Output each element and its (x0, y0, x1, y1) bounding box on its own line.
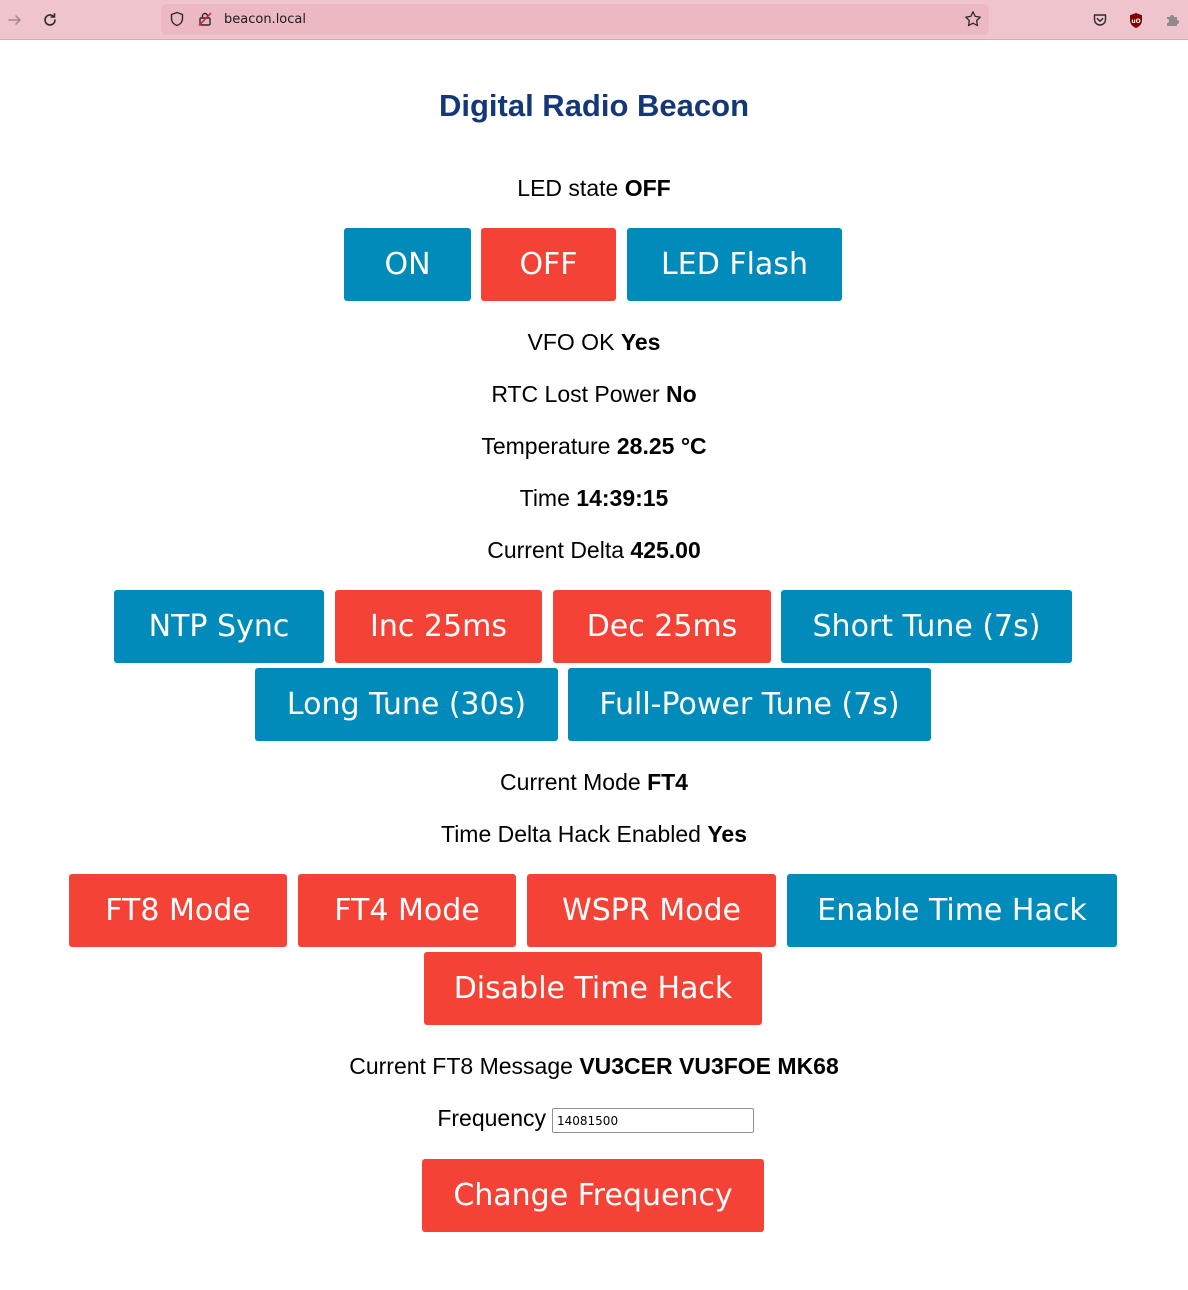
insecure-lock-icon[interactable] (195, 9, 215, 29)
ft8-message-line: Current FT8 Message VU3CER VU3FOE MK68 (0, 1052, 1188, 1080)
full-power-tune-button[interactable]: Full-Power Tune (7s) (568, 668, 931, 741)
short-tune-button[interactable]: Short Tune (7s) (781, 590, 1072, 663)
time-line: Time 14:39:15 (0, 484, 1188, 512)
change-frequency-button[interactable]: Change Frequency (422, 1159, 764, 1232)
url-text[interactable]: beacon.local (224, 12, 306, 27)
current-delta-label: Current Delta (487, 537, 625, 563)
frequency-label: Frequency (437, 1105, 546, 1131)
disable-time-hack-button[interactable]: Disable Time Hack (424, 952, 762, 1025)
rtc-lost-power-line: RTC Lost Power No (0, 380, 1188, 408)
time-value: 14:39:15 (576, 485, 669, 511)
ft8-message-label: Current FT8 Message (349, 1053, 573, 1079)
current-mode-label: Current Mode (500, 769, 641, 795)
frequency-line: Frequency (0, 1104, 546, 1132)
shield-icon[interactable] (167, 9, 187, 29)
ft8-message-value: VU3CER VU3FOE MK68 (579, 1053, 839, 1079)
rtc-lost-power-value: No (666, 381, 697, 407)
led-state-line: LED state OFF (0, 174, 1188, 202)
vfo-ok-line: VFO OK Yes (0, 328, 1188, 356)
vfo-ok-label: VFO OK (527, 329, 615, 355)
temperature-label: Temperature (481, 433, 611, 459)
time-delta-hack-line: Time Delta Hack Enabled Yes (0, 820, 1188, 848)
enable-time-hack-button[interactable]: Enable Time Hack (787, 874, 1117, 947)
forward-arrow-icon[interactable] (5, 10, 25, 30)
wspr-mode-button[interactable]: WSPR Mode (527, 874, 776, 947)
time-delta-hack-value: Yes (707, 821, 747, 847)
pocket-icon[interactable] (1090, 10, 1110, 30)
led-on-button[interactable]: ON (344, 228, 471, 301)
dec-25ms-button[interactable]: Dec 25ms (553, 590, 771, 663)
ntp-sync-button[interactable]: NTP Sync (114, 590, 324, 663)
url-bar[interactable]: beacon.local (161, 4, 989, 35)
led-flash-button[interactable]: LED Flash (627, 228, 842, 301)
ft4-mode-button[interactable]: FT4 Mode (298, 874, 516, 947)
ft8-mode-button[interactable]: FT8 Mode (69, 874, 287, 947)
time-label: Time (519, 485, 570, 511)
ublock-origin-icon[interactable]: uO (1126, 10, 1146, 30)
current-delta-line: Current Delta 425.00 (0, 536, 1188, 564)
time-delta-hack-label: Time Delta Hack Enabled (441, 821, 701, 847)
beacon-page: Digital Radio Beacon LED state OFF ON OF… (0, 40, 1188, 1290)
bookmark-star-icon[interactable] (963, 9, 983, 29)
vfo-ok-value: Yes (620, 329, 661, 355)
inc-25ms-button[interactable]: Inc 25ms (335, 590, 542, 663)
extensions-puzzle-icon[interactable] (1162, 10, 1182, 30)
current-mode-value: FT4 (647, 769, 688, 795)
reload-icon[interactable] (40, 10, 60, 30)
rtc-lost-power-label: RTC Lost Power (491, 381, 660, 407)
long-tune-button[interactable]: Long Tune (30s) (255, 668, 558, 741)
frequency-input[interactable] (552, 1108, 754, 1133)
browser-toolbar: beacon.local uO (0, 0, 1188, 40)
temperature-value: 28.25 °C (616, 433, 707, 459)
led-state-value: OFF (624, 175, 671, 201)
current-mode-line: Current Mode FT4 (0, 768, 1188, 796)
temperature-line: Temperature 28.25 °C (0, 432, 1188, 460)
current-delta-value: 425.00 (630, 537, 701, 563)
led-state-label: LED state (517, 175, 619, 201)
page-title: Digital Radio Beacon (438, 88, 750, 123)
led-off-button[interactable]: OFF (481, 228, 616, 301)
svg-text:uO: uO (1131, 18, 1140, 25)
